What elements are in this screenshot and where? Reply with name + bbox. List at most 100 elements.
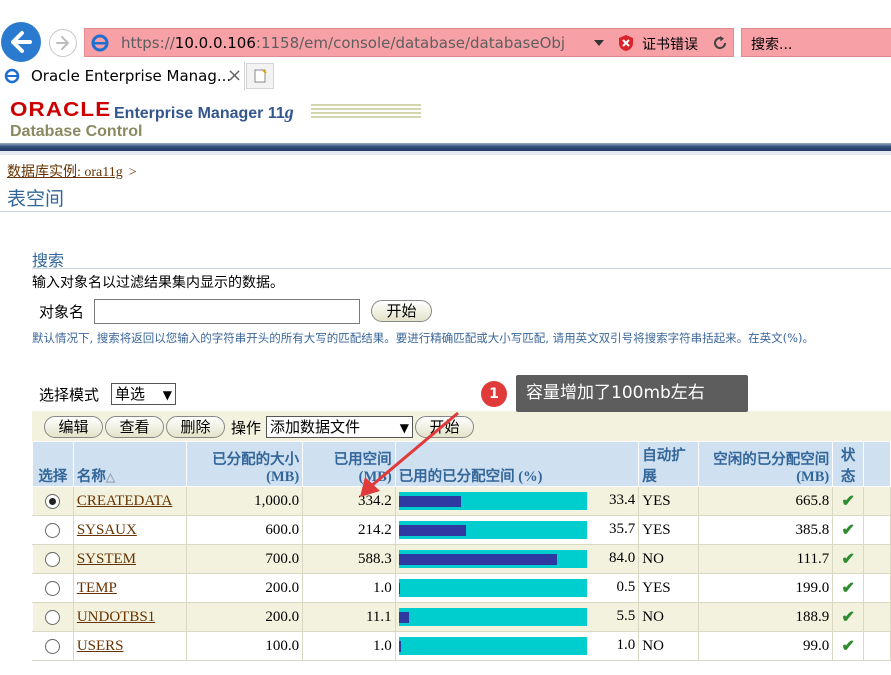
allocated-cell: 600.0 xyxy=(185,515,304,545)
annotation-arrow xyxy=(360,411,459,497)
allocated-cell: 1,000.0 xyxy=(185,486,304,516)
row-radio[interactable] xyxy=(45,522,61,538)
title-divider xyxy=(0,211,891,212)
back-arrow-icon xyxy=(11,31,32,53)
selection-mode-select[interactable]: 单选 ▼ xyxy=(111,383,176,405)
used-pct-cell: 84.0 xyxy=(394,544,640,574)
usage-bar-fill xyxy=(398,525,466,536)
forward-arrow-icon xyxy=(56,36,69,50)
browser-tab[interactable]: Oracle Enterprise Manag... × xyxy=(0,62,245,90)
back-button[interactable] xyxy=(1,22,41,62)
row-select-cell xyxy=(32,602,74,632)
status-check-icon: ✔ xyxy=(841,638,855,655)
search-go-button[interactable]: 开始 xyxy=(371,300,432,322)
table-row: UNDOTBS1 200.0 11.1 5.5 NO 188.9 ✔ xyxy=(32,602,891,632)
used-pct-value: 0.5 xyxy=(616,579,636,595)
allocated-cell: 200.0 xyxy=(185,602,304,632)
new-tab-button[interactable] xyxy=(246,63,274,89)
col-status: 状态 xyxy=(832,441,865,487)
autoextend-cell: YES xyxy=(638,573,700,603)
used-pct-cell: 35.7 xyxy=(394,515,640,545)
free-cell: 111.7 xyxy=(698,544,834,574)
row-radio[interactable] xyxy=(45,609,61,625)
tablespace-name-cell: SYSAUX xyxy=(72,515,187,545)
tablespace-name-link[interactable]: USERS xyxy=(77,638,124,654)
overflow-cell xyxy=(863,486,891,516)
allocated-cell: 100.0 xyxy=(185,631,304,661)
oracle-logo: ORACLE xyxy=(10,99,112,121)
delete-button[interactable]: 删除 xyxy=(166,416,225,438)
used-cell: 11.1 xyxy=(302,602,396,632)
used-pct-cell: 5.5 xyxy=(394,602,640,632)
tablespace-name-cell: CREATEDATA xyxy=(72,486,187,516)
row-select-cell xyxy=(32,631,74,661)
used-pct-value: 35.7 xyxy=(609,521,636,537)
tablespace-name-link[interactable]: SYSTEM xyxy=(77,551,136,567)
status-cell: ✔ xyxy=(832,544,865,574)
status-cell: ✔ xyxy=(832,631,865,661)
tablespace-name-link[interactable]: CREATEDATA xyxy=(77,493,172,509)
autoextend-cell: NO xyxy=(638,631,700,661)
breadcrumb-db-instance-link[interactable]: 数据库实例: ora11g xyxy=(7,165,123,180)
tablespace-name-link[interactable]: SYSAUX xyxy=(77,522,137,538)
header-decoration xyxy=(311,104,421,118)
search-placeholder: 搜索... xyxy=(751,37,793,53)
row-select-cell xyxy=(32,544,74,574)
used-cell: 214.2 xyxy=(302,515,396,545)
used-pct-cell: 1.0 xyxy=(394,631,640,661)
status-cell: ✔ xyxy=(832,573,865,603)
col-select: 选择 xyxy=(32,441,74,487)
overflow-cell xyxy=(863,573,891,603)
tablespace-name-link[interactable]: UNDOTBS1 xyxy=(77,609,155,625)
refresh-icon[interactable] xyxy=(711,34,729,52)
allocated-cell: 700.0 xyxy=(185,544,304,574)
row-select-cell xyxy=(32,515,74,545)
overflow-cell xyxy=(863,515,891,545)
object-name-input[interactable] xyxy=(94,299,360,324)
col-free: 空闲的已分配空间 (MB) xyxy=(698,441,834,487)
tab-close-icon[interactable]: × xyxy=(227,65,242,86)
search-hint: 默认情况下, 搜索将返回以您输入的字符串开头的所有大写的匹配结果。要进行精确匹配… xyxy=(32,331,815,345)
used-cell: 1.0 xyxy=(302,631,396,661)
usage-bar xyxy=(398,608,587,626)
dropdown-icon[interactable] xyxy=(593,38,605,48)
new-tab-icon xyxy=(254,69,267,83)
breadcrumb-separator: > xyxy=(128,165,137,180)
allocated-cell: 200.0 xyxy=(185,573,304,603)
row-radio[interactable] xyxy=(45,580,61,596)
chevron-down-icon: ▼ xyxy=(162,388,172,402)
table-row: SYSTEM 700.0 588.3 84.0 NO 111.7 ✔ xyxy=(32,544,891,574)
selection-mode-value: 单选 xyxy=(115,385,146,403)
row-radio[interactable] xyxy=(45,493,61,509)
table-row: SYSAUX 600.0 214.2 35.7 YES 385.8 ✔ xyxy=(32,515,891,545)
status-cell: ✔ xyxy=(832,515,865,545)
free-cell: 665.8 xyxy=(698,486,834,516)
row-radio[interactable] xyxy=(45,551,61,567)
row-radio[interactable] xyxy=(45,638,61,654)
header-bar xyxy=(0,143,891,151)
action-select-value: 添加数据文件 xyxy=(270,418,361,436)
tablespace-name-link[interactable]: TEMP xyxy=(77,580,117,596)
search-instruction: 输入对象名以过滤结果集内显示的数据。 xyxy=(32,275,284,291)
status-cell: ✔ xyxy=(832,486,865,516)
cert-error-icon xyxy=(619,35,633,51)
status-cell: ✔ xyxy=(832,602,865,632)
browser-search-box[interactable]: 搜索... xyxy=(741,28,891,57)
col-name[interactable]: 名称△ xyxy=(72,441,187,487)
overflow-cell xyxy=(863,602,891,632)
page-title: 表空间 xyxy=(7,188,65,210)
used-pct-value: 33.4 xyxy=(609,492,636,508)
address-bar[interactable]: https://10.0.0.106:1158/em/console/datab… xyxy=(84,28,734,57)
table-row: TEMP 200.0 1.0 0.5 YES 199.0 ✔ xyxy=(32,573,891,603)
view-button[interactable]: 查看 xyxy=(105,416,164,438)
usage-bar-fill xyxy=(398,612,410,623)
tablespace-name-cell: UNDOTBS1 xyxy=(72,602,187,632)
sort-icon: △ xyxy=(105,470,116,484)
edit-button[interactable]: 编辑 xyxy=(44,416,103,438)
ie-tab-icon xyxy=(4,68,20,84)
usage-bar-fill xyxy=(398,554,557,565)
autoextend-cell: NO xyxy=(638,602,700,632)
forward-button[interactable] xyxy=(49,29,77,57)
used-cell: 588.3 xyxy=(302,544,396,574)
cert-error-label[interactable]: 证书错误 xyxy=(642,34,698,54)
